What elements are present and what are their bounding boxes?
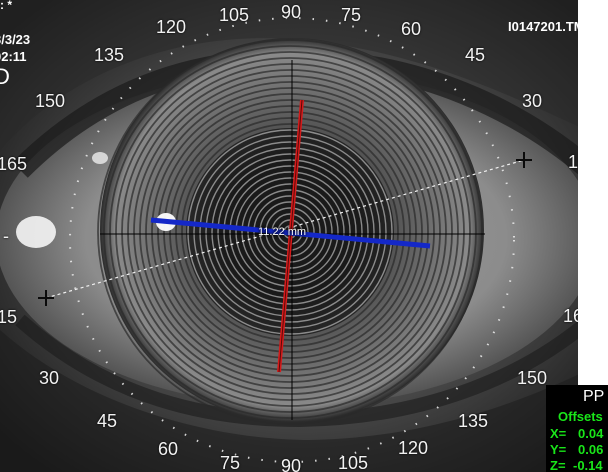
exam-date: 3/3/23 <box>0 32 31 47</box>
angle-label: 105 <box>219 5 250 25</box>
offset-y-label: Y= <box>550 442 567 457</box>
offset-x-value: 0.04 <box>578 426 604 441</box>
angle-label: 45 <box>465 45 486 65</box>
angle-label: 165 <box>0 154 28 174</box>
eye-letter: D <box>0 64 10 89</box>
angle-label: 150 <box>517 368 548 388</box>
angle-label: 150 <box>35 91 66 111</box>
angle-label: - <box>3 226 9 246</box>
topography-image: t: * 3/3/23 02:11 D I0147201.TMS 120 105… <box>0 0 608 472</box>
angle-label: 135 <box>458 411 489 431</box>
top-left-mark: t: * <box>0 0 12 12</box>
angle-label: 75 <box>341 5 362 25</box>
angle-label: 105 <box>338 453 369 472</box>
angle-label: 30 <box>39 368 60 388</box>
angle-label: 30 <box>522 91 543 111</box>
angle-label: 45 <box>97 411 118 431</box>
angle-label: 120 <box>156 17 187 37</box>
exam-time: 02:11 <box>0 49 27 64</box>
offset-z-label: Z= <box>550 458 566 472</box>
angle-label: 135 <box>94 45 125 65</box>
offsets-title: Offsets <box>558 409 603 424</box>
angle-label: 90 <box>281 456 302 472</box>
offset-x-label: X= <box>550 426 567 441</box>
offset-y-value: 0.06 <box>578 442 604 457</box>
axis-measurement: 11.22 mm <box>258 226 307 238</box>
angle-label: 60 <box>158 439 179 459</box>
angle-label: 75 <box>220 453 241 472</box>
angle-label: 60 <box>401 19 422 39</box>
angle-label: 15 <box>0 307 18 327</box>
angle-label: 120 <box>398 438 429 458</box>
angle-label: 90 <box>281 2 302 22</box>
offset-z-value: -0.14 <box>573 458 603 472</box>
mode-label: PP <box>583 388 605 405</box>
